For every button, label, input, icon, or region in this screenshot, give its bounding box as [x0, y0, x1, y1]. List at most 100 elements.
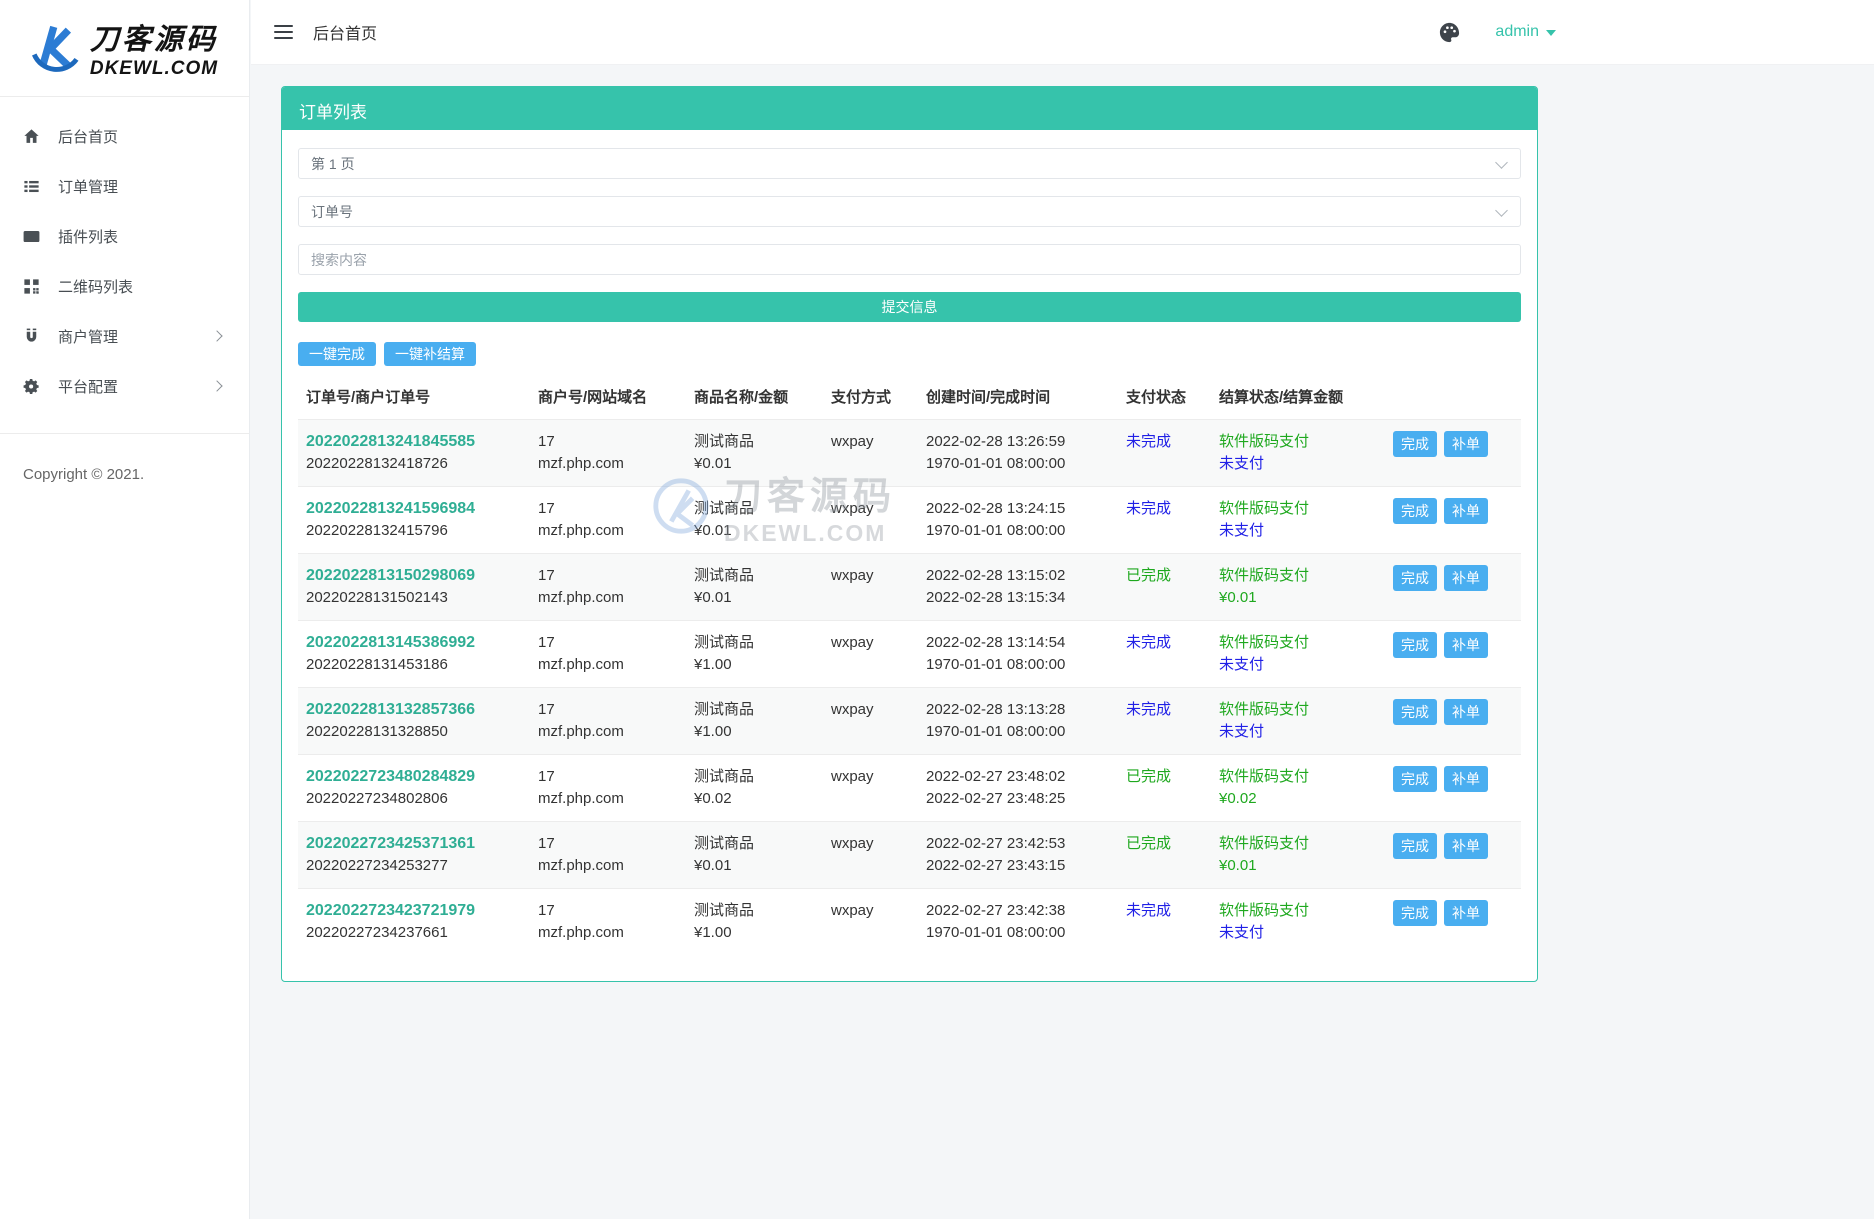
supplement-button[interactable]: 补单: [1444, 833, 1488, 859]
table-row: 2022022813150298069 20220228131502143 17…: [298, 553, 1521, 620]
supplement-button[interactable]: 补单: [1444, 900, 1488, 926]
col-header-paystatus: 支付状态: [1126, 389, 1187, 406]
cell-product: 测试商品 ¥0.01: [686, 431, 823, 475]
product-name: 测试商品: [694, 433, 755, 450]
order-number-link[interactable]: 2022022813241596984: [306, 498, 522, 520]
complete-button[interactable]: 完成: [1393, 431, 1437, 457]
cell-paymethod: wxpay: [831, 567, 874, 584]
cell-settle: 软件版码支付 ¥0.01: [1211, 565, 1385, 609]
brand-logo-icon: [31, 25, 79, 72]
plugin-icon: [23, 230, 40, 242]
supplement-button[interactable]: 补单: [1444, 498, 1488, 524]
hamburger-menu-icon[interactable]: [270, 21, 297, 43]
cell-product: 测试商品 ¥0.01: [686, 833, 823, 877]
complete-button[interactable]: 完成: [1393, 833, 1437, 859]
chevron-down-icon: [1495, 156, 1508, 169]
cell-paystatus: 已完成: [1118, 833, 1211, 855]
complete-button[interactable]: 完成: [1393, 766, 1437, 792]
cell-merchant: 17 mzf.php.com: [530, 431, 686, 475]
table-row: 2022022723480284829 20220227234802806 17…: [298, 754, 1521, 821]
supplement-button[interactable]: 补单: [1444, 632, 1488, 658]
page-select[interactable]: 第 1 页: [298, 148, 1521, 179]
sidebar-item-platform-config[interactable]: 平台配置: [0, 361, 249, 411]
product-amount: ¥0.01: [694, 522, 732, 539]
settle-all-button[interactable]: 一键补结算: [384, 342, 476, 366]
merchant-domain: mzf.php.com: [538, 656, 624, 673]
topbar: 后台首页 admin: [251, 0, 1874, 65]
sidebar-item-qrcodes[interactable]: 二维码列表: [0, 261, 249, 311]
cell-settle: 软件版码支付 ¥0.01: [1211, 833, 1385, 877]
cell-product: 测试商品 ¥1.00: [686, 900, 823, 944]
supplement-button[interactable]: 补单: [1444, 431, 1488, 457]
panel-body: 第 1 页 订单号 提交信息 一键完成 一键补结算 订单号/商户订单号 商户号/…: [282, 130, 1537, 981]
settle-value: ¥0.02: [1219, 790, 1257, 807]
col-header-settle: 结算状态/结算金额: [1219, 389, 1344, 406]
merchant-order-number: 20220227234253277: [306, 857, 448, 874]
settle-value: ¥0.01: [1219, 857, 1257, 874]
completed-time: 1970-01-01 08:00:00: [926, 924, 1066, 941]
completed-time: 1970-01-01 08:00:00: [926, 656, 1066, 673]
gear-icon: [23, 378, 39, 394]
settle-value: 未支付: [1219, 522, 1265, 539]
cell-times: 2022-02-28 13:24:15 1970-01-01 08:00:00: [918, 498, 1118, 542]
cell-order: 2022022813145386992 20220228131453186: [298, 632, 530, 676]
sidebar-item-plugins[interactable]: 插件列表: [0, 211, 249, 261]
qrcode-icon: [24, 278, 39, 294]
complete-button[interactable]: 完成: [1393, 565, 1437, 591]
product-amount: ¥1.00: [694, 656, 732, 673]
search-field-select[interactable]: 订单号: [298, 196, 1521, 227]
product-amount: ¥0.02: [694, 790, 732, 807]
supplement-button[interactable]: 补单: [1444, 699, 1488, 725]
order-number-link[interactable]: 2022022723423721979: [306, 900, 522, 922]
main-content: 订单列表 第 1 页 订单号 提交信息 一键完成 一键补结算 订单号/商户订: [281, 86, 1538, 982]
order-number-link[interactable]: 2022022813132857366: [306, 699, 522, 721]
submit-button[interactable]: 提交信息: [298, 292, 1521, 322]
order-number-link[interactable]: 2022022813150298069: [306, 565, 522, 587]
cell-actions: 完成 补单: [1385, 699, 1521, 725]
sidebar-item-dashboard[interactable]: 后台首页: [0, 111, 249, 161]
merchant-id: 17: [538, 768, 555, 785]
order-number-link[interactable]: 2022022723425371361: [306, 833, 522, 855]
complete-all-button[interactable]: 一键完成: [298, 342, 376, 366]
search-input[interactable]: [298, 244, 1521, 275]
col-header-order: 订单号/商户订单号: [306, 389, 431, 406]
user-dropdown[interactable]: admin: [1495, 23, 1556, 41]
created-time: 2022-02-27 23:48:02: [926, 768, 1066, 785]
merchant-order-number: 20220228131453186: [306, 656, 448, 673]
brand-logo[interactable]: 刀客源码 DKEWL.COM: [0, 0, 249, 97]
sidebar-item-orders[interactable]: 订单管理: [0, 161, 249, 211]
cell-settle: 软件版码支付 未支付: [1211, 431, 1385, 475]
product-name: 测试商品: [694, 634, 755, 651]
table-row: 2022022723423721979 20220227234237661 17…: [298, 888, 1521, 955]
settle-method: 软件版码支付: [1219, 902, 1310, 919]
brand-name-cn: 刀客源码: [89, 24, 218, 56]
merchant-domain: mzf.php.com: [538, 522, 624, 539]
supplement-button[interactable]: 补单: [1444, 565, 1488, 591]
cell-product: 测试商品 ¥0.02: [686, 766, 823, 810]
theme-palette-button[interactable]: [1438, 21, 1461, 44]
order-number-link[interactable]: 2022022723480284829: [306, 766, 522, 788]
cell-merchant: 17 mzf.php.com: [530, 699, 686, 743]
complete-button[interactable]: 完成: [1393, 699, 1437, 725]
cell-actions: 完成 补单: [1385, 565, 1521, 591]
product-amount: ¥0.01: [694, 589, 732, 606]
completed-time: 2022-02-27 23:43:15: [926, 857, 1066, 874]
complete-button[interactable]: 完成: [1393, 900, 1437, 926]
supplement-button[interactable]: 补单: [1444, 766, 1488, 792]
order-number-link[interactable]: 2022022813145386992: [306, 632, 522, 654]
cell-order: 2022022723425371361 20220227234253277: [298, 833, 530, 877]
sidebar-item-merchants[interactable]: 商户管理: [0, 311, 249, 361]
cell-product: 测试商品 ¥0.01: [686, 498, 823, 542]
complete-button[interactable]: 完成: [1393, 632, 1437, 658]
product-amount: ¥1.00: [694, 924, 732, 941]
order-number-link[interactable]: 2022022813241845585: [306, 431, 522, 453]
cell-actions: 完成 补单: [1385, 900, 1521, 926]
complete-button[interactable]: 完成: [1393, 498, 1437, 524]
home-icon: [24, 128, 39, 143]
merchant-id: 17: [538, 701, 555, 718]
cell-order: 2022022723480284829 20220227234802806: [298, 766, 530, 810]
cell-actions: 完成 补单: [1385, 632, 1521, 658]
cell-paymethod: wxpay: [831, 701, 874, 718]
merchant-order-number: 20220228132418726: [306, 455, 448, 472]
settle-method: 软件版码支付: [1219, 500, 1310, 517]
